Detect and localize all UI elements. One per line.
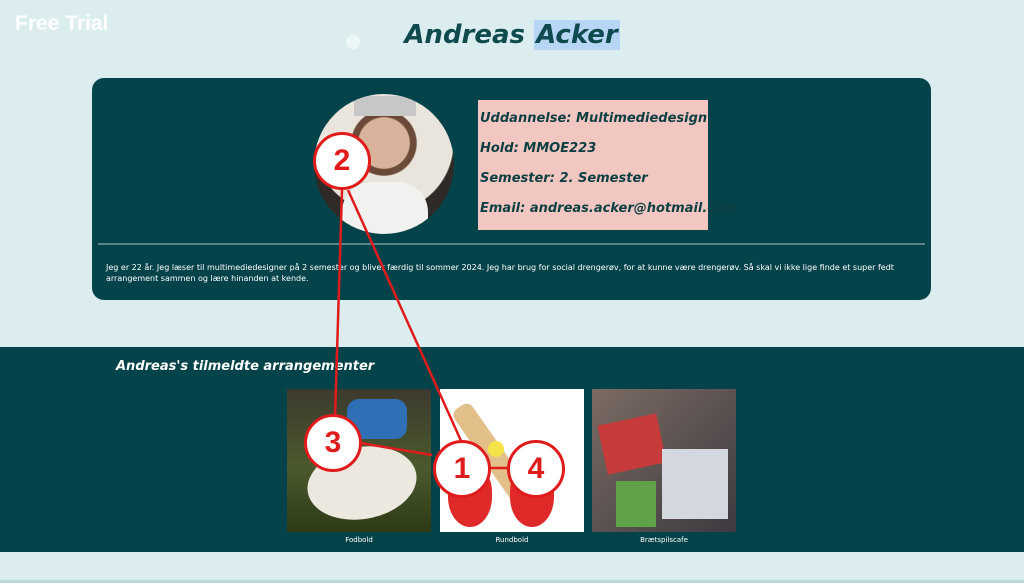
- avatar-crown: [354, 96, 416, 116]
- avatar-shirt: [342, 182, 428, 234]
- event-caption-football: Fodbold: [345, 536, 373, 544]
- game-box-shape: [616, 481, 656, 527]
- info-education: Uddannelse: Multimediedesign: [480, 111, 708, 126]
- game-box-shape: [597, 413, 667, 475]
- page-title: Andreas Acker: [0, 20, 1024, 50]
- events-title: Andreas's tilmeldte arrangementer: [116, 359, 375, 374]
- event-caption-boardgames: Brætspilscafe: [640, 536, 688, 544]
- yellow-ball-shape: [488, 441, 504, 457]
- info-email[interactable]: Email: andreas.acker@hotmail.com: [480, 194, 738, 224]
- annotation-marker-3: 3: [304, 414, 362, 472]
- annotation-marker-2: 2: [313, 132, 371, 190]
- annotation-marker-4: 4: [507, 440, 565, 498]
- event-image-boardgames[interactable]: [592, 389, 736, 532]
- info-semester: Semester: 2. Semester: [480, 171, 648, 186]
- title-first-name: Andreas: [404, 20, 526, 50]
- events-section: Andreas's tilmeldte arrangementer Fodbol…: [0, 347, 1024, 552]
- profile-bio: Jeg er 22 år. Jeg læser til multimediede…: [106, 263, 894, 283]
- event-card-boardgames[interactable]: Brætspilscafe: [592, 389, 736, 544]
- event-caption-rounders: Rundbold: [495, 536, 529, 544]
- title-last-name-selected[interactable]: Acker: [534, 20, 620, 50]
- annotation-marker-1: 1: [433, 440, 491, 498]
- profile-card: Uddannelse: Multimediedesign Hold: MMOE2…: [92, 78, 931, 300]
- profile-divider: [98, 243, 925, 245]
- info-team: Hold: MMOE223: [480, 141, 597, 156]
- profile-info-box: Uddannelse: Multimediedesign Hold: MMOE2…: [478, 100, 738, 230]
- event-image-football[interactable]: [287, 389, 431, 532]
- game-box-shape: [662, 449, 728, 519]
- event-card-football[interactable]: Fodbold: [287, 389, 431, 544]
